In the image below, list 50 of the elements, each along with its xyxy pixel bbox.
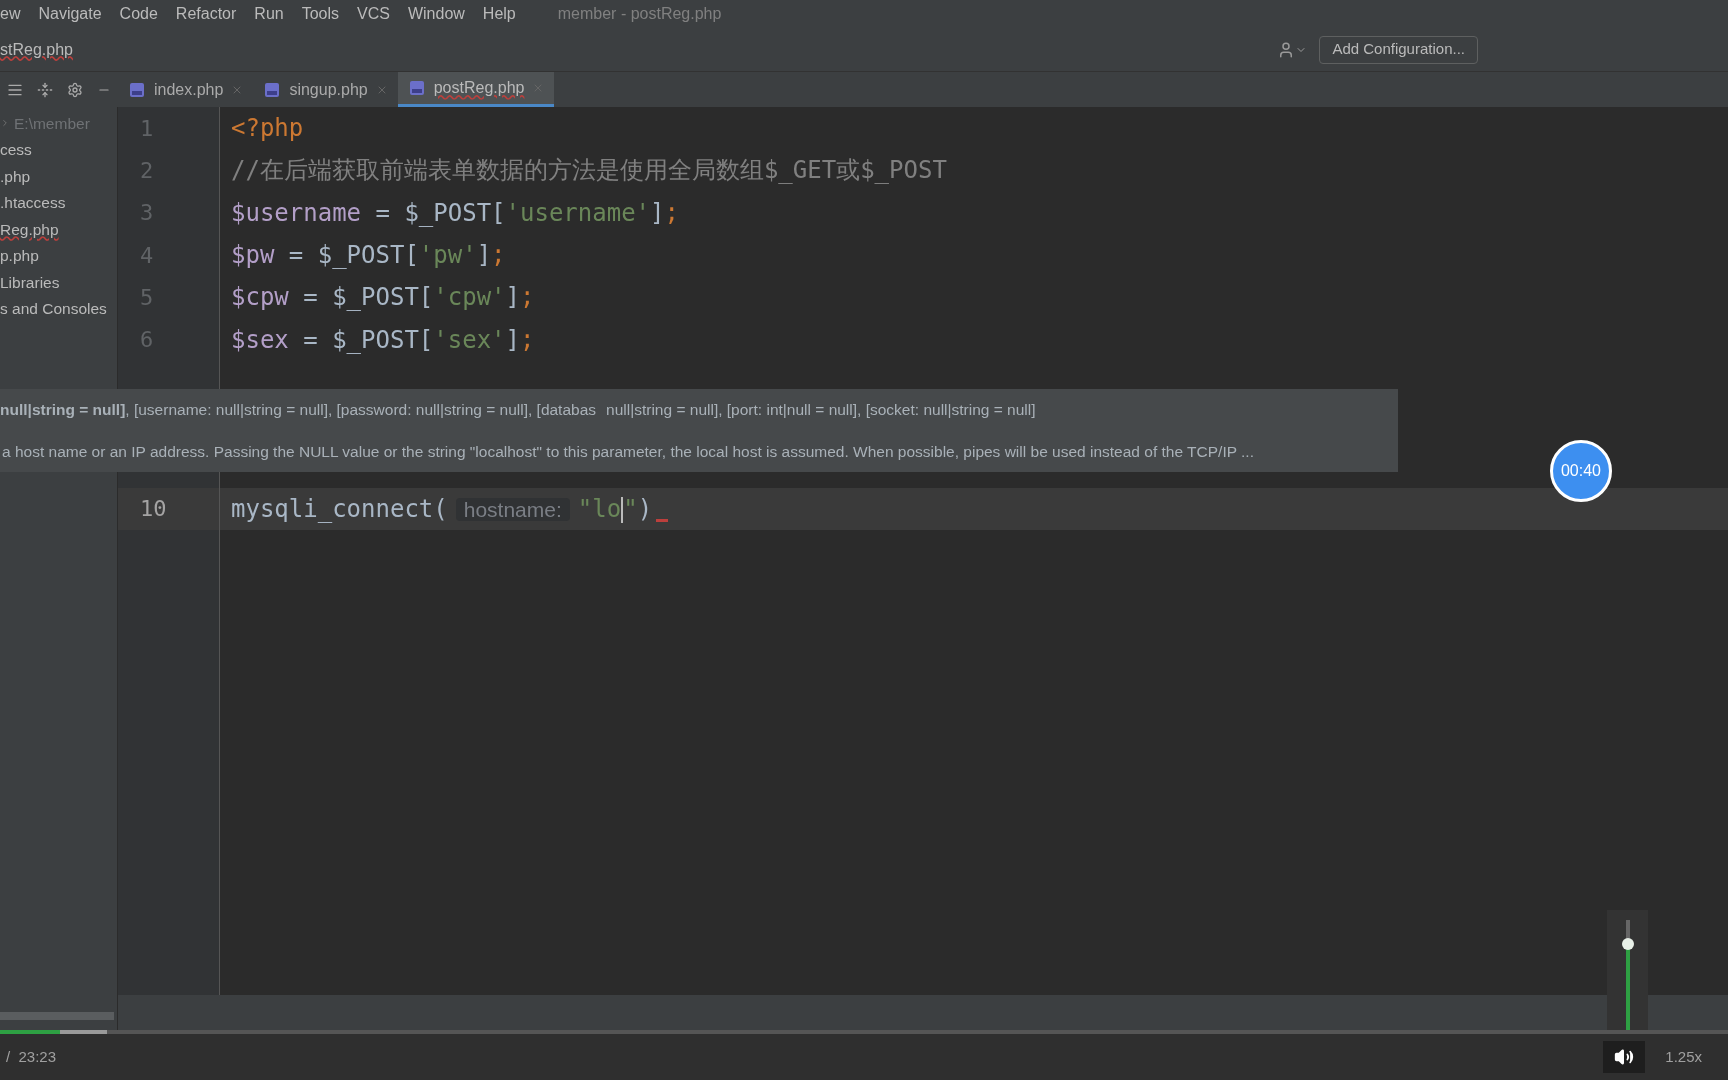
playback-speed[interactable]: 1.25x: [1665, 1045, 1702, 1069]
php-file-icon: [407, 79, 426, 97]
editor-tab[interactable]: index.php: [118, 72, 254, 107]
menu-item[interactable]: Run: [254, 2, 284, 26]
code-line: $cpw = $_POST['cpw'];: [231, 282, 535, 314]
settings-icon[interactable]: [67, 81, 83, 98]
code-line: $username = $_POST['username'];: [231, 197, 679, 229]
volume-button[interactable]: [1603, 1041, 1646, 1073]
tree-item[interactable]: p.php: [0, 244, 39, 268]
menu-item[interactable]: Navigate: [38, 2, 102, 26]
menu-item[interactable]: ew: [0, 2, 21, 26]
add-configuration-button[interactable]: Add Configuration...: [1319, 35, 1478, 64]
editor-tab[interactable]: singup.php: [253, 72, 398, 107]
code-line: //在后端获取前端表单数据的方法是使用全局数组$_GET或$_POST: [231, 155, 947, 187]
timer-badge: 00:40: [1550, 440, 1612, 502]
text-cursor: [621, 496, 624, 523]
tab-label: index.php: [154, 79, 224, 100]
tab-label: singup.php: [289, 79, 368, 100]
code-line: <?php: [231, 113, 304, 145]
menu-item[interactable]: Refactor: [175, 2, 237, 26]
window-title: member - postReg.php: [557, 4, 722, 24]
tab-label: postReg.php: [433, 78, 525, 98]
editor-tab[interactable]: postReg.php: [397, 72, 555, 107]
signature-text: null|string = null], [port: int|null = null], [socket: null|string = null]: [606, 400, 1036, 421]
signature-text: null|string = null], [username: null|string = null], [password: null|string = null], [databas: [0, 400, 597, 421]
tree-item[interactable]: Reg.php: [0, 217, 59, 241]
user-icon[interactable]: [1277, 40, 1308, 59]
speaker-icon: [1614, 1047, 1635, 1067]
volume-thumb[interactable]: [1621, 938, 1634, 951]
code-line: $sex = $_POST['sex'];: [231, 324, 535, 356]
menu-item[interactable]: Code: [119, 2, 158, 26]
code-line: $pw = $_POST['pw'];: [231, 240, 506, 272]
tree-item[interactable]: s and Consoles: [0, 297, 107, 321]
line-number: 10: [140, 495, 167, 524]
menu-item[interactable]: Window: [407, 2, 465, 26]
tree-item[interactable]: cess: [0, 138, 32, 162]
scrollbar[interactable]: [0, 1012, 114, 1020]
tree-item[interactable]: .htaccess: [0, 191, 66, 215]
description-text: a host name or an IP address. Passing the NULL value or the string "localhost" to this parameter, the local host is assumed. When possible, pipes will be used instead of the TCP/IP ...: [1, 441, 1255, 462]
duration: / 23:23: [6, 1046, 57, 1067]
tree-item[interactable]: .php: [0, 164, 31, 188]
breadcrumb[interactable]: stReg.php: [0, 37, 73, 62]
tree-item[interactable]: Libraries: [0, 270, 60, 294]
menu-item[interactable]: Help: [482, 2, 516, 26]
php-file-icon: [263, 80, 282, 99]
php-file-icon: [128, 80, 146, 99]
code-line: mysqli_connect( hostname: "lo"): [231, 493, 653, 525]
menu-item[interactable]: Tools: [301, 2, 340, 26]
menu-item[interactable]: VCS: [357, 2, 390, 26]
collapse-icon[interactable]: [37, 81, 53, 98]
